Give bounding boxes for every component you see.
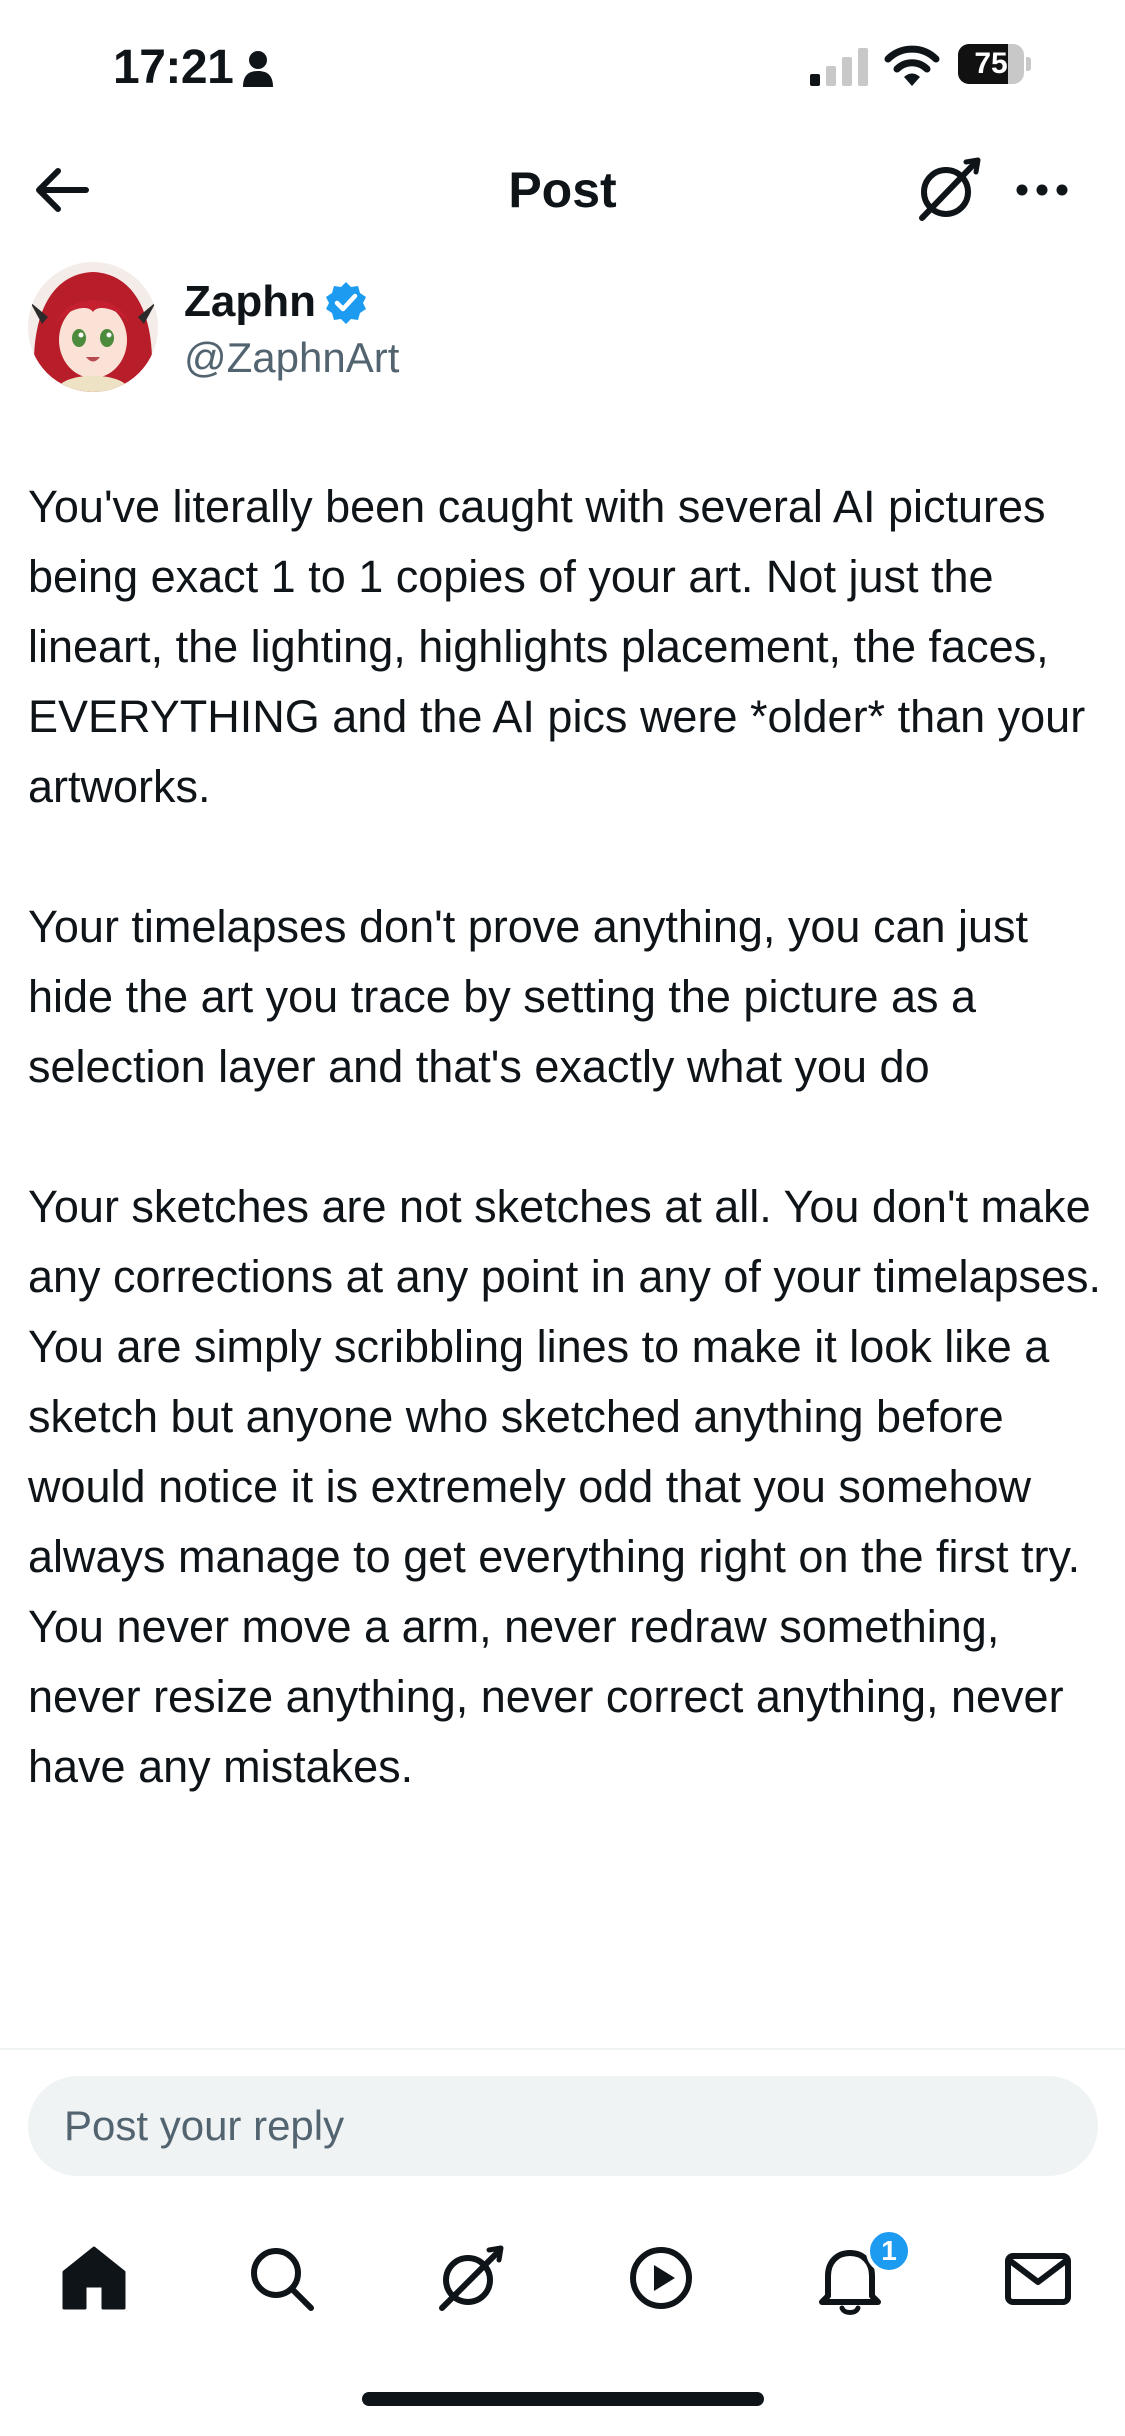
messages-icon xyxy=(1005,2253,1071,2305)
home-icon xyxy=(62,2246,126,2310)
status-time: 17:21 xyxy=(113,41,234,94)
grok-icon xyxy=(439,2245,504,2311)
author-name[interactable]: Zaphn xyxy=(184,276,316,328)
tab-home[interactable] xyxy=(56,2240,132,2316)
verified-badge-icon xyxy=(326,282,366,324)
post-page: 17:21 75 Post Zaphn @ZaphnArt You've lit… xyxy=(0,0,1125,2436)
battery-level: 75 xyxy=(974,47,1008,80)
video-icon xyxy=(630,2247,692,2309)
author-handle[interactable]: @ZaphnArt xyxy=(184,332,399,384)
post-paragraph: You are simply scribbling lines to make … xyxy=(28,1321,1081,1792)
avatar[interactable] xyxy=(28,262,158,392)
home-indicator[interactable] xyxy=(362,2392,764,2406)
search-icon xyxy=(251,2248,314,2311)
nav-header: Post xyxy=(0,130,1125,250)
wifi-icon xyxy=(884,45,940,86)
battery-icon: 75 xyxy=(958,44,1031,84)
grok-icon[interactable] xyxy=(912,154,984,226)
divider xyxy=(0,2048,1125,2050)
tab-grok[interactable] xyxy=(432,2240,508,2316)
signal-icon xyxy=(810,48,868,86)
bottom-tab-bar: 1 xyxy=(0,2220,1125,2330)
post-paragraph: Your sketches are not sketches at all. Y… xyxy=(28,1181,1102,1302)
tab-messages[interactable] xyxy=(1000,2240,1076,2316)
post-text: You've literally been caught with severa… xyxy=(28,472,1108,1802)
post-paragraph: Your timelapses don't prove anything, yo… xyxy=(28,901,1029,1092)
tab-video[interactable] xyxy=(623,2240,699,2316)
reply-input[interactable] xyxy=(28,2076,1098,2176)
tab-search[interactable] xyxy=(243,2240,319,2316)
status-bar: 17:21 75 xyxy=(0,0,1125,130)
person-icon xyxy=(243,51,273,87)
more-icon[interactable] xyxy=(1010,158,1074,222)
notification-badge: 1 xyxy=(866,2228,912,2274)
post-paragraph: You've literally been caught with severa… xyxy=(28,481,1086,812)
post-author: Zaphn @ZaphnArt xyxy=(28,262,1098,402)
